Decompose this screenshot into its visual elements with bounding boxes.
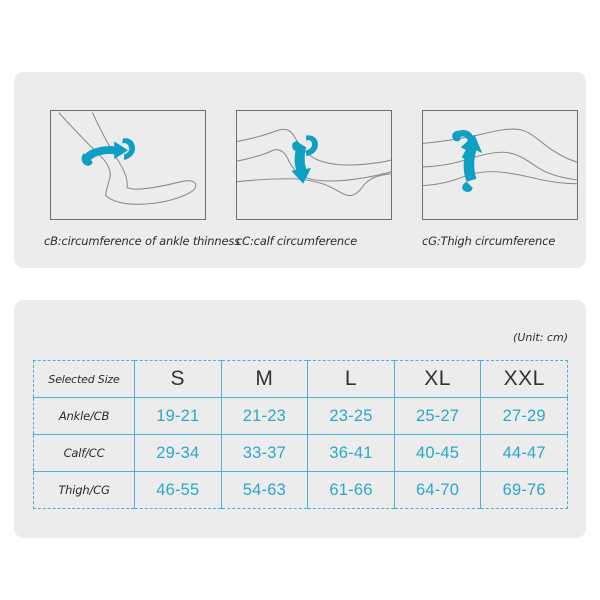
ankle-measure-illustration bbox=[50, 110, 206, 220]
header-label-selected-size: Selected Size bbox=[33, 360, 135, 398]
figure-calf: cC:calf circumference bbox=[236, 110, 392, 248]
illustration-row: cB:circumference of ankle thinness cC:ca… bbox=[14, 72, 586, 268]
cell-thigh-s: 46-55 bbox=[134, 471, 222, 509]
row-label-calf: Calf/CC bbox=[33, 434, 135, 472]
header-size-m[interactable]: M bbox=[221, 360, 309, 398]
size-chart-table: Selected Size S M L XL XXL Ankle/CB 19-2… bbox=[33, 360, 568, 509]
figure-caption-thigh: cG:Thigh circumference bbox=[422, 234, 556, 248]
cell-ankle-l: 23-25 bbox=[307, 397, 395, 435]
cell-thigh-m: 54-63 bbox=[221, 471, 309, 509]
cell-ankle-m: 21-23 bbox=[221, 397, 309, 435]
cell-calf-xl: 40-45 bbox=[394, 434, 482, 472]
table-row: Thigh/CG 46-55 54-63 61-66 64-70 69-76 bbox=[33, 471, 568, 509]
cell-ankle-xl: 25-27 bbox=[394, 397, 482, 435]
cell-calf-s: 29-34 bbox=[134, 434, 222, 472]
row-label-ankle: Ankle/CB bbox=[33, 397, 135, 435]
unit-note: (Unit: cm) bbox=[513, 331, 568, 344]
cell-calf-xxl: 44-47 bbox=[480, 434, 568, 472]
cell-thigh-xl: 64-70 bbox=[394, 471, 482, 509]
cell-ankle-s: 19-21 bbox=[134, 397, 222, 435]
table-header-row: Selected Size S M L XL XXL bbox=[33, 360, 568, 398]
illustration-card: cB:circumference of ankle thinness cC:ca… bbox=[14, 72, 586, 268]
table-row: Calf/CC 29-34 33-37 36-41 40-45 44-47 bbox=[33, 434, 568, 472]
header-size-l[interactable]: L bbox=[307, 360, 395, 398]
cell-thigh-l: 61-66 bbox=[307, 471, 395, 509]
size-table-card: (Unit: cm) Selected Size S M L XL XXL An… bbox=[14, 300, 586, 538]
cell-calf-l: 36-41 bbox=[307, 434, 395, 472]
figure-caption-calf: cC:calf circumference bbox=[236, 234, 357, 248]
header-size-s[interactable]: S bbox=[134, 360, 222, 398]
header-size-xxl[interactable]: XXL bbox=[480, 360, 568, 398]
figure-thigh: cG:Thigh circumference bbox=[422, 110, 578, 248]
table-row: Ankle/CB 19-21 21-23 23-25 25-27 27-29 bbox=[33, 397, 568, 435]
size-table-wrap: Selected Size S M L XL XXL Ankle/CB 19-2… bbox=[33, 360, 568, 509]
cell-thigh-xxl: 69-76 bbox=[502, 480, 546, 499]
calf-measure-illustration bbox=[236, 110, 392, 220]
cell-calf-m: 33-37 bbox=[221, 434, 309, 472]
figure-ankle: cB:circumference of ankle thinness bbox=[44, 110, 240, 248]
row-label-thigh: Thigh/CG bbox=[33, 471, 135, 509]
thigh-measure-illustration bbox=[422, 110, 578, 220]
cell-ankle-xxl: 27-29 bbox=[480, 397, 568, 435]
figure-caption-ankle: cB:circumference of ankle thinness bbox=[44, 234, 240, 248]
header-size-xl[interactable]: XL bbox=[394, 360, 482, 398]
